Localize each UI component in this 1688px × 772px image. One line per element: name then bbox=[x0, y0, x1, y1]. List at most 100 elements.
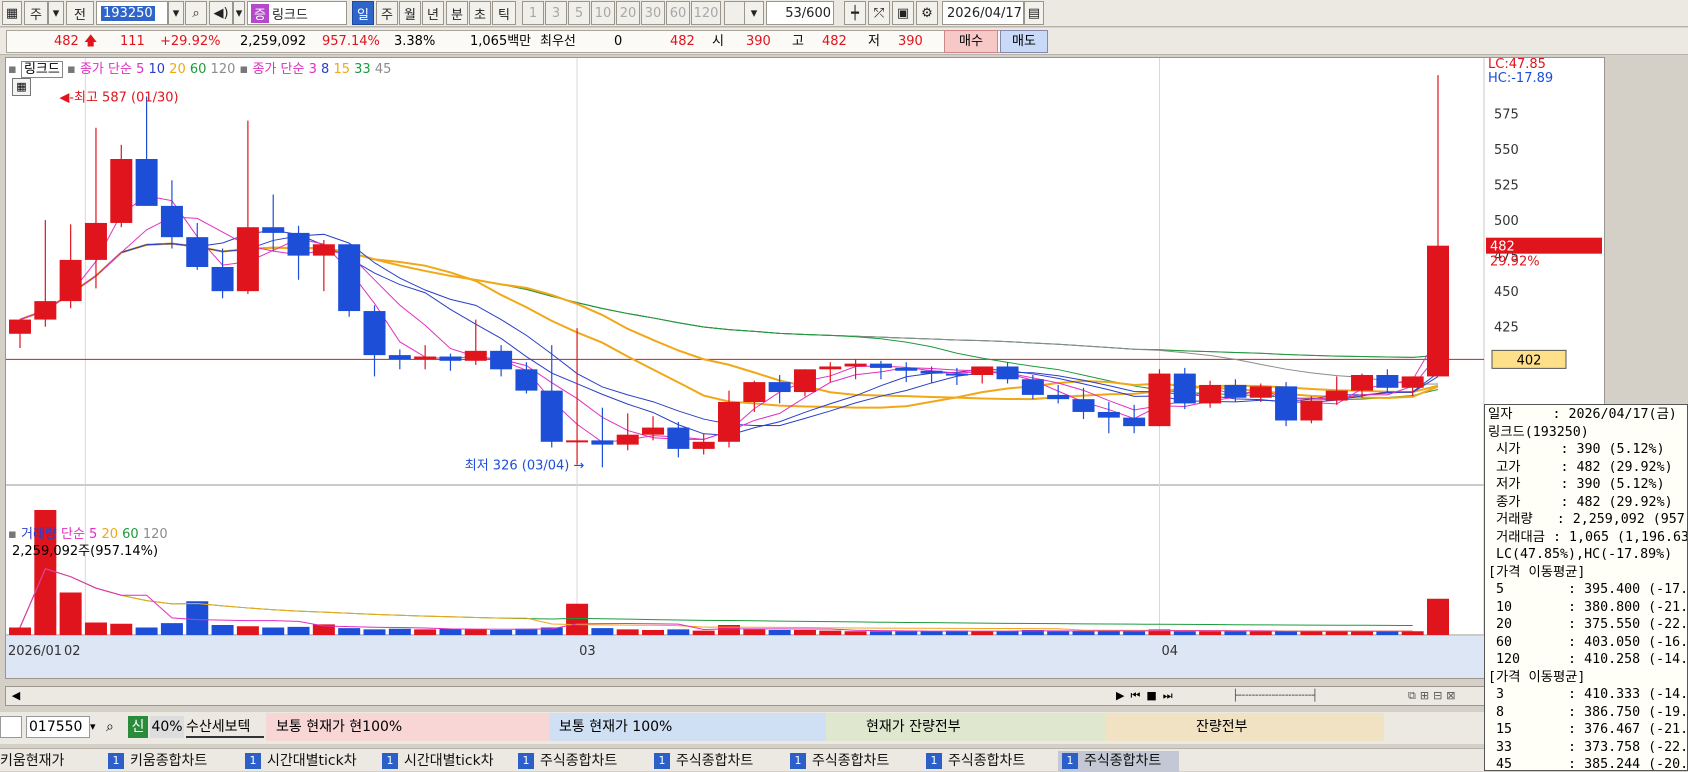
candle-body bbox=[388, 355, 411, 360]
speaker-dropdown-icon[interactable]: ▾ bbox=[233, 1, 245, 25]
save-icon[interactable]: ▣ bbox=[892, 1, 914, 25]
order-code-input[interactable]: 017550 bbox=[26, 716, 90, 738]
candle-body bbox=[338, 244, 361, 312]
task-item[interactable]: 1 주식종합차트 bbox=[654, 751, 753, 772]
candle-body bbox=[1376, 375, 1399, 388]
order-account-field[interactable] bbox=[0, 716, 22, 738]
task-item[interactable]: 1 시간대별tick차 bbox=[245, 751, 357, 772]
sell-order-pill[interactable]: 보통 현재가 100% bbox=[549, 713, 826, 741]
interval-20-button[interactable]: 20 bbox=[616, 1, 640, 25]
search-icon[interactable]: ⌕ bbox=[185, 1, 207, 25]
interval-10-button[interactable]: 10 bbox=[591, 1, 615, 25]
count-field[interactable]: 53/600 bbox=[766, 1, 834, 25]
prev-close-toggle[interactable]: 전 bbox=[66, 1, 94, 25]
speaker-icon[interactable]: ◀) bbox=[209, 1, 233, 25]
window-count-badge: 1 bbox=[382, 753, 398, 769]
last-pct-label: 29.92% bbox=[1490, 255, 1540, 270]
task-item[interactable]: 1 주식종합차트 bbox=[926, 751, 1025, 772]
zoom-slider[interactable]: ├╌╌╌╌╌╌╌╌╌╌╌┤ bbox=[1232, 688, 1402, 704]
candle-body bbox=[642, 427, 665, 435]
volume-bar bbox=[490, 630, 513, 635]
interval-3-button[interactable]: 3 bbox=[545, 1, 567, 25]
candle-body bbox=[414, 356, 437, 360]
gear-icon[interactable]: ⚙ bbox=[916, 1, 938, 25]
candle-body bbox=[945, 373, 968, 376]
task-item[interactable]: 1 주식종합차트 bbox=[790, 751, 889, 772]
order-search-icon[interactable]: ⌕ bbox=[106, 716, 126, 738]
legend-stock-name[interactable]: 링크드 bbox=[20, 61, 63, 78]
interval-120-button[interactable]: 120 bbox=[691, 1, 721, 25]
cancel-order-pill[interactable]: 잔량전부 bbox=[1106, 713, 1384, 741]
buy-order-pill[interactable]: 보통 현재가 현100% bbox=[266, 713, 549, 741]
popup-line: 20 : 375.550 (-22.09 bbox=[1488, 617, 1688, 632]
interval-30-button[interactable]: 30 bbox=[641, 1, 665, 25]
price-chart-svg[interactable]: 575550525500475450425◀-최고 587 (01/30)최저 … bbox=[6, 58, 1604, 678]
candle-body bbox=[1097, 411, 1120, 418]
stock-code-input[interactable]: 193250 bbox=[96, 1, 168, 25]
x-tick-label: 2026/01 bbox=[8, 644, 62, 659]
candle-body bbox=[59, 259, 82, 302]
volume-bar bbox=[768, 630, 791, 635]
scroll-left-icon[interactable]: ◀ bbox=[8, 688, 24, 704]
vma20-line bbox=[19, 568, 1413, 632]
chart-area[interactable]: 575 550 525 500 475 450 425 ◀-최고 587 (01/30) 최저 … bbox=[5, 57, 1605, 679]
sell-button[interactable]: 매도 bbox=[1000, 30, 1048, 53]
candle-body bbox=[540, 390, 563, 442]
priority-label: 최우선 bbox=[540, 34, 576, 49]
trade-amount: 1,065백만 bbox=[470, 34, 532, 49]
legend-ma5: 5 bbox=[136, 62, 145, 77]
task-item[interactable]: 키움현재가 bbox=[0, 751, 64, 772]
stock-name-field[interactable]: 증 링크드 bbox=[247, 1, 347, 25]
task-label: 주식종합차트 bbox=[812, 753, 890, 769]
grid-table-icon[interactable]: ▦ bbox=[12, 78, 31, 96]
task-item[interactable]: 1 시간대별tick차 bbox=[382, 751, 494, 772]
task-item[interactable]: 1 주식종합차트 bbox=[518, 751, 617, 772]
volume-ratio: 957.14% bbox=[322, 34, 380, 49]
popup-line: 45 : 385.244 (-20.07 bbox=[1488, 757, 1688, 771]
task-item-active[interactable]: 1 주식종합차트 bbox=[1058, 751, 1180, 772]
candle-type-icon[interactable]: ┿ bbox=[844, 1, 866, 25]
candle-body bbox=[1047, 394, 1070, 400]
volume-value: 2,259,092주(957.14%) bbox=[12, 544, 159, 559]
volume-bar bbox=[186, 601, 209, 635]
interval-dropdown-icon[interactable]: ▾ bbox=[744, 1, 764, 25]
popup-line: 33 : 373.758 (-22.46 bbox=[1488, 739, 1688, 755]
period-second-button[interactable]: 초 bbox=[469, 1, 491, 25]
popup-line: 거래량 : 2,259,092 (957. bbox=[1488, 512, 1688, 527]
legend-ma3: 3 bbox=[308, 62, 317, 77]
period-monthly-button[interactable]: 월 bbox=[399, 1, 421, 25]
interval-60-button[interactable]: 60 bbox=[666, 1, 690, 25]
period-yearly-button[interactable]: 년 bbox=[422, 1, 444, 25]
task-label: 주식종합차트 bbox=[676, 753, 754, 769]
task-item[interactable]: 1 키움종합차트 bbox=[108, 751, 207, 772]
popup-line: 저가 : 390 (5.12%) bbox=[1488, 477, 1665, 492]
high-label: 고 bbox=[792, 34, 804, 49]
modify-order-pill[interactable]: 현재가 잔량전부 bbox=[826, 713, 1106, 741]
order-stock-tab[interactable]: 수산세보텍 bbox=[186, 716, 264, 738]
crosshair-icon[interactable]: ⤱ bbox=[868, 1, 890, 25]
period-select[interactable]: 주 bbox=[24, 1, 48, 25]
order-code-dropdown-icon[interactable]: ▾ bbox=[90, 716, 104, 738]
popup-line: 10 : 380.800 (-21.00 bbox=[1488, 599, 1688, 615]
volume-bar bbox=[1173, 631, 1196, 635]
period-tick-button[interactable]: 틱 bbox=[492, 1, 516, 25]
buy-button[interactable]: 매수 bbox=[944, 30, 998, 53]
volume-bar bbox=[920, 631, 943, 635]
playback-controls[interactable]: ▶⏮■⏭ bbox=[1116, 688, 1226, 704]
date-input[interactable]: 2026/04/17 bbox=[942, 1, 1024, 25]
calendar-icon[interactable]: ▤ bbox=[1024, 1, 1044, 25]
interval-1-button[interactable]: 1 bbox=[522, 1, 544, 25]
chart-scrollbar[interactable]: ◀ ▶⏮■⏭ ├╌╌╌╌╌╌╌╌╌╌╌┤ ⧉⊞⊟⊠ bbox=[5, 686, 1515, 706]
period-weekly-button[interactable]: 주 bbox=[376, 1, 398, 25]
candle-body bbox=[971, 366, 994, 375]
layout-icon[interactable]: ▦ bbox=[2, 1, 22, 25]
code-dropdown-icon[interactable]: ▾ bbox=[168, 1, 184, 25]
period-daily-button[interactable]: 일 bbox=[352, 1, 374, 25]
period-minute-button[interactable]: 분 bbox=[446, 1, 468, 25]
x-tick-label: 03 bbox=[579, 644, 596, 659]
legend-ma-label: 종가 단순 bbox=[79, 62, 132, 77]
window-count-badge: 1 bbox=[108, 753, 124, 769]
y-tick-label: 575 bbox=[1494, 108, 1519, 123]
interval-5-button[interactable]: 5 bbox=[568, 1, 590, 25]
chevron-down-icon[interactable]: ▾ bbox=[48, 1, 64, 25]
